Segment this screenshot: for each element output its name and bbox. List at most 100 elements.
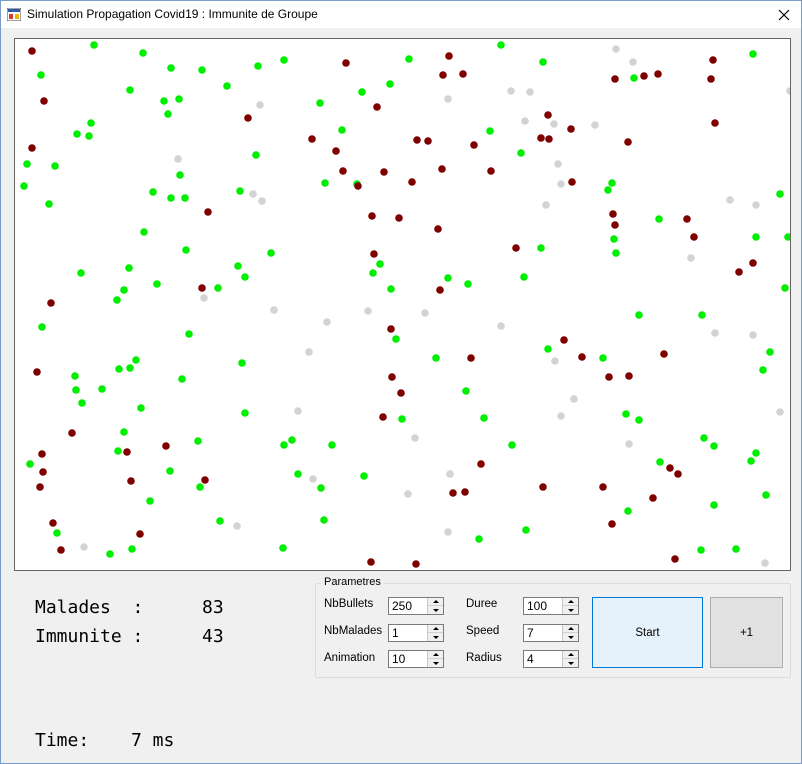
speed-value[interactable]: 7 [527,626,534,640]
healthy-particle [167,194,175,202]
sick-particle [537,134,545,142]
nbbullets-up-button[interactable] [428,598,443,606]
nbbullets-spin-buttons [427,598,443,614]
healthy-particle [38,323,46,331]
healthy-particle [139,49,147,57]
healthy-particle [700,434,708,442]
radius-stepper[interactable]: 4 [523,650,579,668]
healthy-particle [182,246,190,254]
healthy-particle [520,273,528,281]
nbmalades-down-button[interactable] [428,633,443,641]
sick-particle [449,489,457,497]
nbbullets-value[interactable]: 250 [392,599,412,613]
healthy-particle [236,187,244,195]
healthy-particle [405,55,413,63]
nbmalades-stepper[interactable]: 1 [388,624,444,642]
simulation-particles [20,41,790,568]
plus-one-button-label: +1 [739,626,754,639]
start-button[interactable]: Start [592,597,703,668]
sick-particle [674,470,682,478]
immune-particle [404,490,412,498]
radius-value[interactable]: 4 [527,652,534,666]
sick-particle [461,488,469,496]
sick-particle [123,448,131,456]
plus-one-button[interactable]: +1 [710,597,783,668]
immune-particle [305,348,313,356]
healthy-particle [254,62,262,70]
speed-up-button[interactable] [563,625,578,633]
chevron-up-icon [432,627,439,630]
healthy-particle [167,64,175,72]
nbmalades-up-button[interactable] [428,625,443,633]
simulation-canvas[interactable] [14,38,791,571]
sick-particle [683,215,691,223]
sick-particle [544,111,552,119]
healthy-particle [710,442,718,450]
healthy-particle [599,354,607,362]
healthy-particle [90,41,98,49]
sick-particle [660,350,668,358]
immune-particle [550,120,558,128]
title-bar[interactable]: Simulation Propagation Covid19 : Immunit… [1,1,801,28]
healthy-particle [166,467,174,475]
healthy-particle [747,457,755,465]
speed-stepper[interactable]: 7 [523,624,579,642]
sick-particle [711,119,719,127]
immune-particle [612,45,620,53]
sick-particle [611,75,619,83]
healthy-particle [710,501,718,509]
sick-particle [666,464,674,472]
healthy-particle [608,179,616,187]
nbbullets-down-button[interactable] [428,606,443,614]
animation-up-button[interactable] [428,651,443,659]
duree-value[interactable]: 100 [527,599,547,613]
immune-particle [557,180,565,188]
sick-particle [707,75,715,83]
healthy-particle [106,550,114,558]
healthy-particle [241,273,249,281]
nbmalades-value[interactable]: 1 [392,626,399,640]
immune-particle [629,58,637,66]
immune-particle [497,322,505,330]
healthy-particle [612,249,620,257]
healthy-particle [72,386,80,394]
animation-stepper[interactable]: 10 [388,650,444,668]
sick-particle [605,373,613,381]
radius-up-button[interactable] [563,651,578,659]
healthy-particle [321,179,329,187]
sick-particle [57,546,65,554]
healthy-particle [85,132,93,140]
immune-particle [752,201,760,209]
sick-particle [439,71,447,79]
healthy-particle [185,330,193,338]
healthy-particle [26,460,34,468]
time-label: Time: [35,730,90,751]
healthy-particle [635,416,643,424]
sick-particle [380,168,388,176]
duree-spin-buttons [562,598,578,614]
sick-particle [625,372,633,380]
sick-particle [308,135,316,143]
nbmalades-spin-buttons [427,625,443,641]
healthy-particle [73,130,81,138]
nbbullets-stepper[interactable]: 250 [388,597,444,615]
healthy-particle [120,286,128,294]
sick-particle [370,250,378,258]
animation-value[interactable]: 10 [392,652,405,666]
immune-particle [557,412,565,420]
duree-down-button[interactable] [563,606,578,614]
duree-up-button[interactable] [563,598,578,606]
sick-particle [28,144,36,152]
radius-down-button[interactable] [563,659,578,667]
chevron-up-icon [567,627,574,630]
healthy-particle [635,311,643,319]
radius-label: Radius [466,652,502,664]
healthy-particle [776,190,784,198]
healthy-particle [140,228,148,236]
close-button[interactable] [766,1,801,28]
immune-particle [711,329,719,337]
healthy-particle [508,441,516,449]
duree-stepper[interactable]: 100 [523,597,579,615]
animation-down-button[interactable] [428,659,443,667]
speed-down-button[interactable] [563,633,578,641]
